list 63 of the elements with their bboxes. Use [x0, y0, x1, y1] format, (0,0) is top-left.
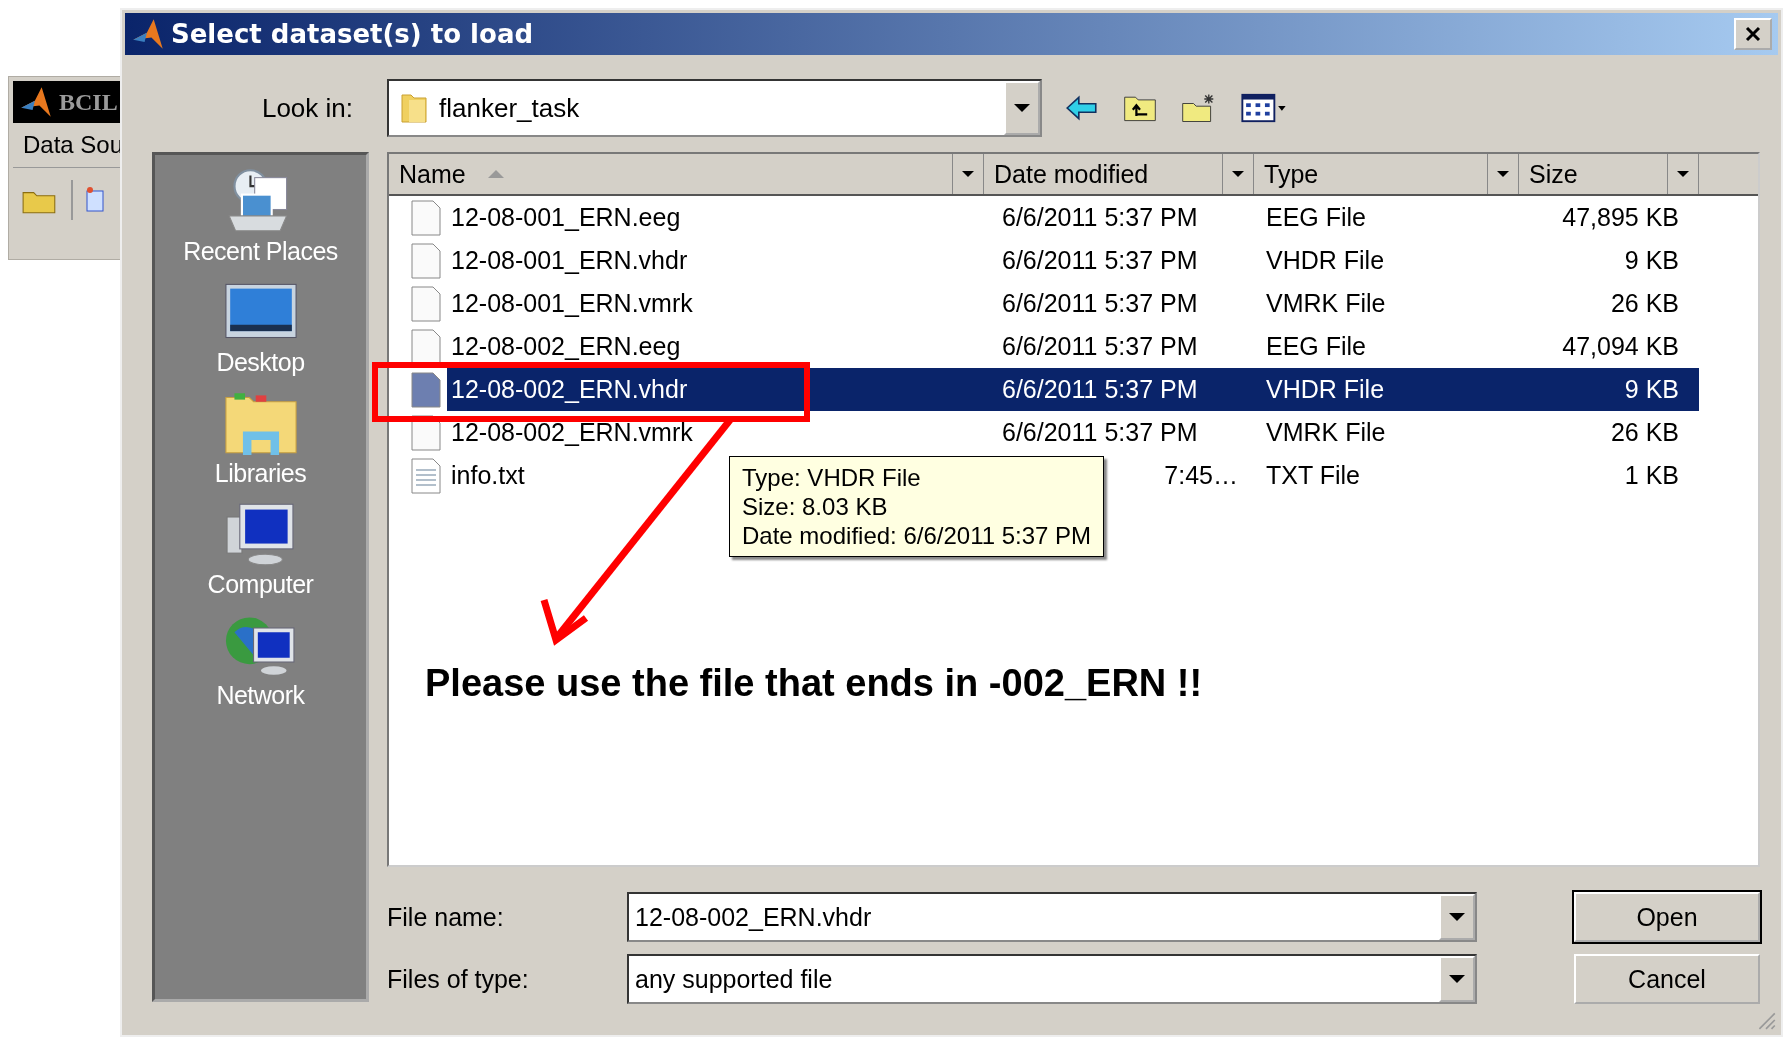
file-size: 26 KB — [1610, 289, 1679, 318]
dropdown-button[interactable] — [1439, 956, 1475, 1002]
new-folder-icon[interactable] — [1180, 92, 1216, 124]
date-modified: 6/6/2011 5:37 PM — [1002, 375, 1198, 404]
file-icon — [411, 242, 441, 279]
file-type: EEG File — [1266, 203, 1367, 232]
file-size: 47,094 KB — [1562, 332, 1679, 361]
annotation-text: Please use the file that ends in -002_ERN !! — [425, 662, 1203, 705]
file-type: TXT File — [1266, 461, 1360, 490]
place-item[interactable]: Network — [216, 611, 305, 710]
tooltip-line: Size: 8.03 KB — [742, 492, 889, 521]
file-name[interactable]: 12-08-001_ERN.vhdr — [447, 239, 692, 282]
close-button[interactable] — [1734, 18, 1772, 50]
window-title: BCIL — [59, 88, 118, 116]
file-name[interactable]: 12-08-001_ERN.vmrk — [447, 282, 697, 325]
file-size: 26 KB — [1610, 418, 1679, 447]
date-modified: 6/6/2011 5:37 PM — [1002, 246, 1198, 275]
tooltip-line: Date modified: 6/6/2011 5:37 PM — [742, 521, 1092, 550]
file-size: 9 KB — [1624, 246, 1679, 275]
file-type-dropdown[interactable]: any supported file — [627, 954, 1477, 1004]
text-file-icon — [411, 457, 441, 494]
open-button[interactable]: Open — [1574, 892, 1760, 942]
dropdown-button[interactable] — [1004, 81, 1040, 135]
dropdown-button[interactable] — [1439, 894, 1475, 940]
cancel-button[interactable]: Cancel — [1574, 954, 1760, 1004]
file-name-field[interactable]: 12-08-002_ERN.vhdr — [627, 892, 1477, 942]
file-type: VHDR File — [1266, 375, 1385, 404]
file-icon — [411, 199, 441, 236]
file-icon — [411, 371, 441, 408]
look-in-label: Look in: — [261, 92, 354, 124]
tooltip-line: Type: VHDR File — [742, 463, 922, 492]
file-name[interactable]: 12-08-002_ERN.vmrk — [447, 411, 697, 454]
place-item[interactable]: Recent Places — [183, 167, 338, 266]
file-name[interactable]: 12-08-002_ERN.eeg — [447, 325, 685, 368]
column-header[interactable]: Name — [389, 154, 984, 194]
file-name[interactable]: 12-08-002_ERN.vhdr — [447, 368, 984, 411]
file-icon — [411, 285, 441, 322]
file-type: VHDR File — [1266, 246, 1385, 275]
close-icon[interactable] — [1743, 24, 1763, 44]
file-type: VMRK File — [1266, 418, 1386, 447]
file-size: 47,895 KB — [1562, 203, 1679, 232]
file-size: 1 KB — [1624, 461, 1679, 490]
column-header[interactable]: Date modified — [984, 154, 1254, 194]
file-type: VMRK File — [1266, 289, 1386, 318]
file-name-label: File name: — [387, 902, 505, 932]
place-item[interactable]: Libraries — [214, 389, 307, 488]
place-item[interactable]: Computer — [207, 500, 314, 599]
place-item[interactable]: Desktop — [216, 278, 305, 377]
column-header[interactable]: Type — [1254, 154, 1519, 194]
file-icon — [411, 328, 441, 365]
file-name[interactable]: 12-08-001_ERN.eeg — [447, 196, 685, 239]
file-type: EEG File — [1266, 332, 1367, 361]
file-type-label: Files of type: — [387, 964, 530, 994]
date-modified: 6/6/2011 5:37 PM — [1002, 418, 1198, 447]
date-modified: 6/6/2011 5:37 PM — [1002, 332, 1198, 361]
file-name[interactable]: info.txt — [447, 454, 529, 497]
column-header[interactable]: Size — [1519, 154, 1699, 194]
look-in-dropdown[interactable]: flanker_task — [387, 79, 1042, 137]
date-modified: 7:45… — [1164, 461, 1238, 490]
window-title: Select dataset(s) to load — [171, 19, 535, 49]
date-modified: 6/6/2011 5:37 PM — [1002, 289, 1198, 318]
file-size: 9 KB — [1624, 375, 1679, 404]
date-modified: 6/6/2011 5:37 PM — [1002, 203, 1198, 232]
